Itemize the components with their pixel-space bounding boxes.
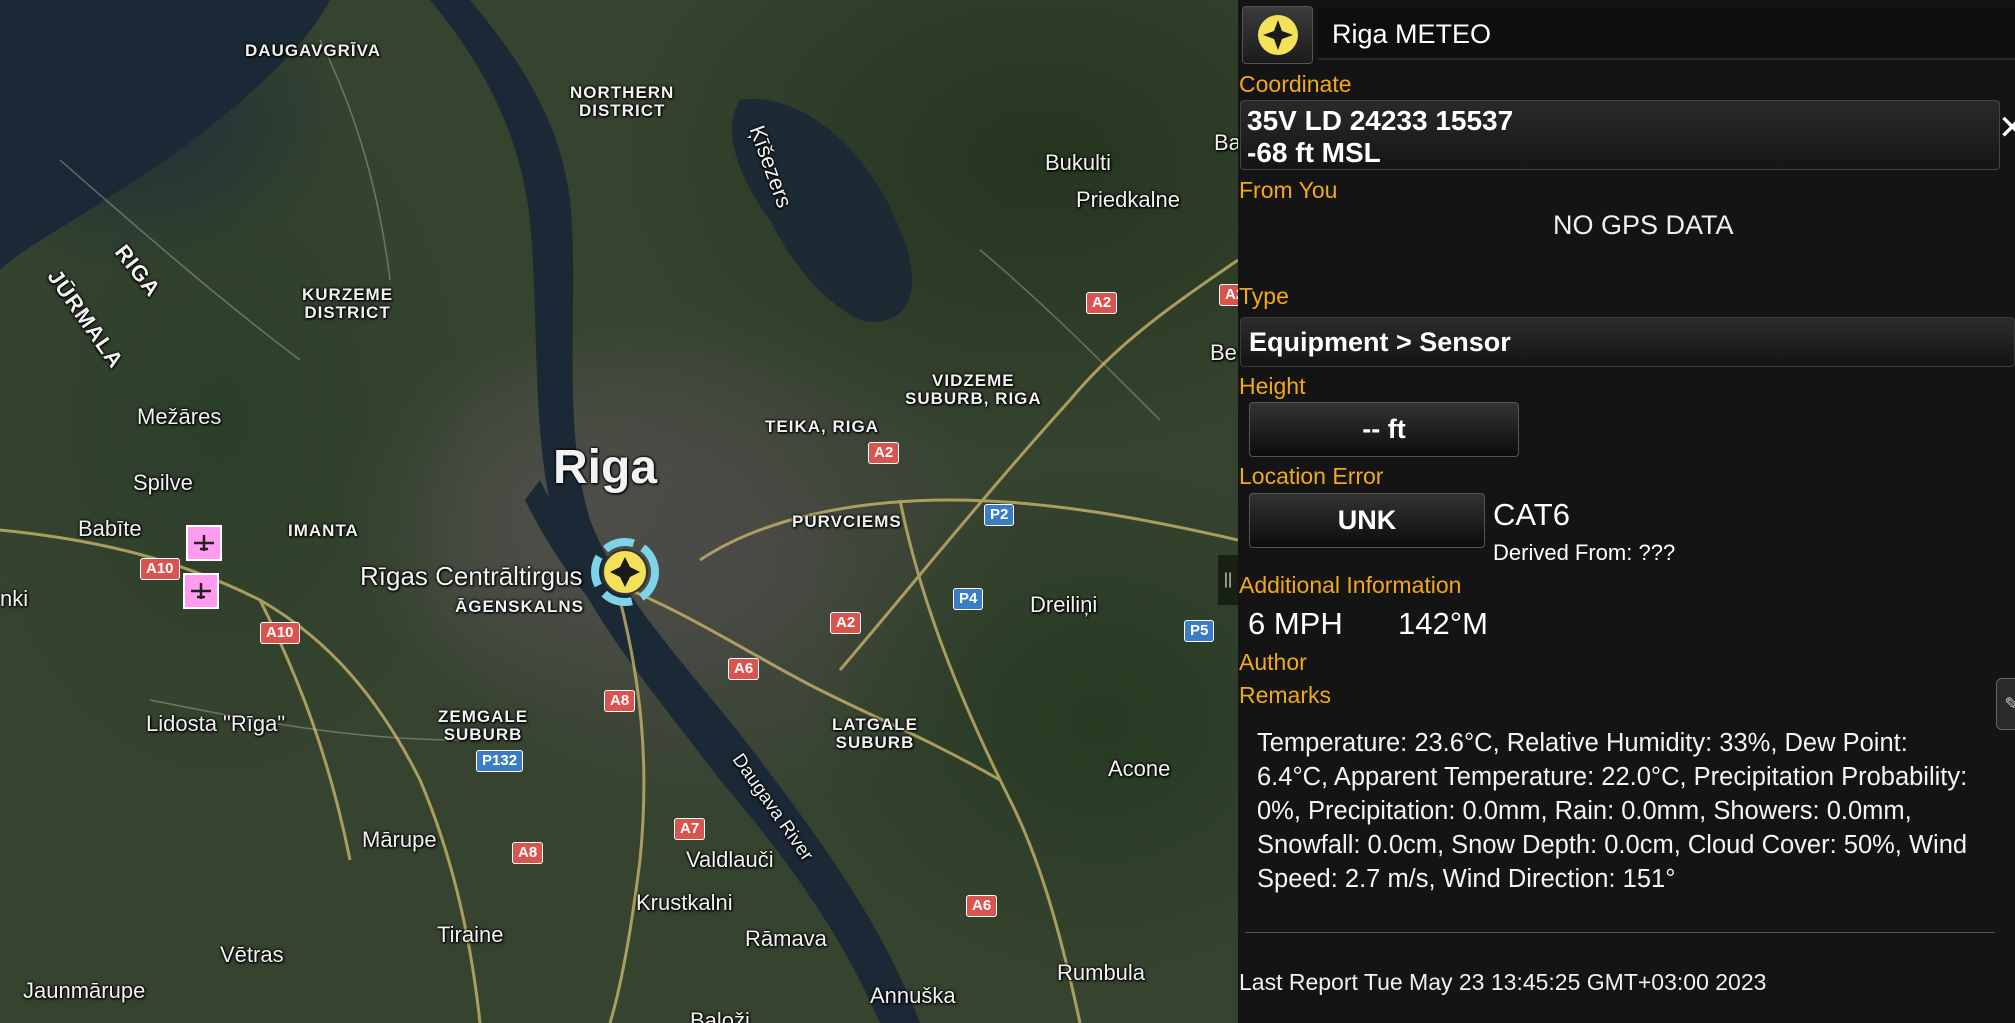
airplane-icon (191, 583, 211, 599)
selected-sensor-marker[interactable] (590, 537, 660, 607)
height-label: Height (1239, 373, 1306, 399)
map-label-rumbula: Rumbula (1057, 960, 1146, 985)
sensor-diamond-icon (1257, 15, 1298, 55)
map-label-jaunmarupe: Jaunmārupe (23, 978, 146, 1003)
panel-drag-handle[interactable]: || (1218, 555, 1238, 605)
aircraft-marker[interactable] (183, 573, 219, 609)
map-label-tiraine: Tiraine (437, 922, 504, 947)
details-panel: Riga METEO Coordinate 35V LD 24233 15537… (1238, 0, 2015, 1023)
map-label-krustkalni: Krustkalni (636, 890, 733, 915)
type-selector[interactable]: Equipment > Sensor (1240, 317, 2015, 367)
map-view[interactable]: DAUGAVGRĪVA NORTHERN DISTRICT KURZEME DI… (0, 0, 1238, 1023)
remarks-text-area[interactable]: Temperature: 23.6°C, Relative Humidity: … (1245, 720, 1995, 933)
map-label-daugavgriva: DAUGAVGRĪVA (245, 41, 381, 60)
map-label-vetras: Vētras (220, 942, 284, 967)
road-shield-a6: A6 (728, 658, 760, 680)
marker-title-field[interactable]: Riga METEO (1318, 8, 2015, 60)
map-label-ramava: Rāmava (745, 926, 827, 951)
map-label-centraltirgus: Rīgas Centrāltirgus (360, 561, 583, 591)
map-label-babite: Babīte (78, 516, 142, 541)
map-label-spilve: Spilve (133, 470, 193, 495)
from-you-label: From You (1239, 177, 1338, 203)
map-label-teika: TEIKA, RIGA (765, 417, 879, 436)
airplane-icon (194, 535, 214, 551)
map-label-purvciems: PURVCIEMS (792, 512, 902, 531)
coordinate-elevation: -68 ft MSL (1247, 137, 1381, 168)
derived-from-text: Derived From: ??? (1493, 540, 1676, 565)
height-button[interactable]: -- ft (1249, 402, 1519, 457)
map-label-lidosta: Lidosta "Rīga" (146, 711, 286, 736)
last-report-timestamp: Last Report Tue May 23 13:45:25 GMT+03:0… (1239, 969, 1767, 995)
remarks-label: Remarks (1239, 682, 1332, 708)
map-label-zemgale-suburb: ZEMGALE SUBURB (438, 707, 529, 744)
road-shield-a2: A2 (868, 442, 900, 464)
map-label-edge-ba: Ba (1214, 130, 1238, 155)
coordinate-mgrs: 35V LD 24233 15537 (1247, 105, 1514, 136)
map-label-annuska: Annuška (870, 983, 956, 1008)
coordinate-button[interactable]: 35V LD 24233 15537 -68 ft MSL (1240, 100, 2000, 170)
map-label-vidzeme-suburb: VIDZEME SUBURB, RIGA (905, 371, 1042, 408)
map-label-edge-be: Be (1210, 340, 1237, 365)
location-error-button[interactable]: UNK (1249, 493, 1485, 548)
coordinate-label: Coordinate (1239, 71, 1352, 97)
road-shield-a10: A10 (140, 558, 180, 580)
map-label-city-riga: Riga (553, 441, 658, 494)
location-error-category: CAT6 (1493, 497, 1570, 532)
road-shield-p2: P2 (984, 504, 1015, 526)
road-shield-a6: A6 (966, 895, 998, 917)
wind-direction-value: 142°M (1398, 606, 1488, 641)
crosshair-icon[interactable]: ✕ (1998, 108, 2015, 148)
road-shield-a8: A8 (512, 842, 544, 864)
road-shield-p132: P132 (476, 750, 524, 772)
map-label-dreilini: Dreiliņi (1030, 592, 1098, 617)
edit-remarks-icon[interactable]: ✎ (1996, 678, 2015, 730)
type-label: Type (1239, 283, 1289, 309)
road-shield-a10: A10 (260, 622, 300, 644)
road-shield-p4: P4 (953, 588, 984, 610)
map-label-acone: Acone (1108, 756, 1171, 781)
map-label-kurzeme-district: KURZEME DISTRICT (302, 285, 394, 322)
map-label-northern-district: NORTHERN DISTRICT (570, 83, 675, 120)
road-shield-p5: P5 (1184, 620, 1215, 642)
map-label-bukulti: Bukulti (1045, 150, 1112, 175)
additional-info-label: Additional Information (1239, 572, 1462, 598)
road-shield-a2: A2 (1086, 292, 1118, 314)
road-shield-a2: A2 (1219, 284, 1238, 306)
map-label-imanta: IMANTA (288, 521, 359, 540)
aircraft-marker[interactable] (186, 525, 222, 561)
road-shield-a2: A2 (830, 612, 862, 634)
map-label-agenskalns: ĀGENSKALNS (455, 597, 585, 616)
map-label-mezares: Mežāres (137, 404, 222, 429)
map-label-edge-nki: nki (0, 586, 29, 611)
road-shield-a8: A8 (604, 690, 636, 712)
map-label-latgale-suburb: LATGALE SUBURB (832, 715, 919, 752)
gps-status: NO GPS DATA (1553, 210, 1734, 240)
map-label-valdlauci: Valdlauči (686, 847, 774, 872)
map-label-priedkalne: Priedkalne (1076, 187, 1180, 212)
marker-icon-button[interactable] (1242, 6, 1313, 64)
road-shield-a7: A7 (674, 818, 706, 840)
wind-speed-value: 6 MPH (1248, 606, 1343, 641)
location-error-label: Location Error (1239, 463, 1384, 489)
author-label: Author (1239, 649, 1307, 675)
map-label-balozi: Baloži (690, 1008, 750, 1023)
map-label-marupe: Mārupe (362, 827, 437, 852)
